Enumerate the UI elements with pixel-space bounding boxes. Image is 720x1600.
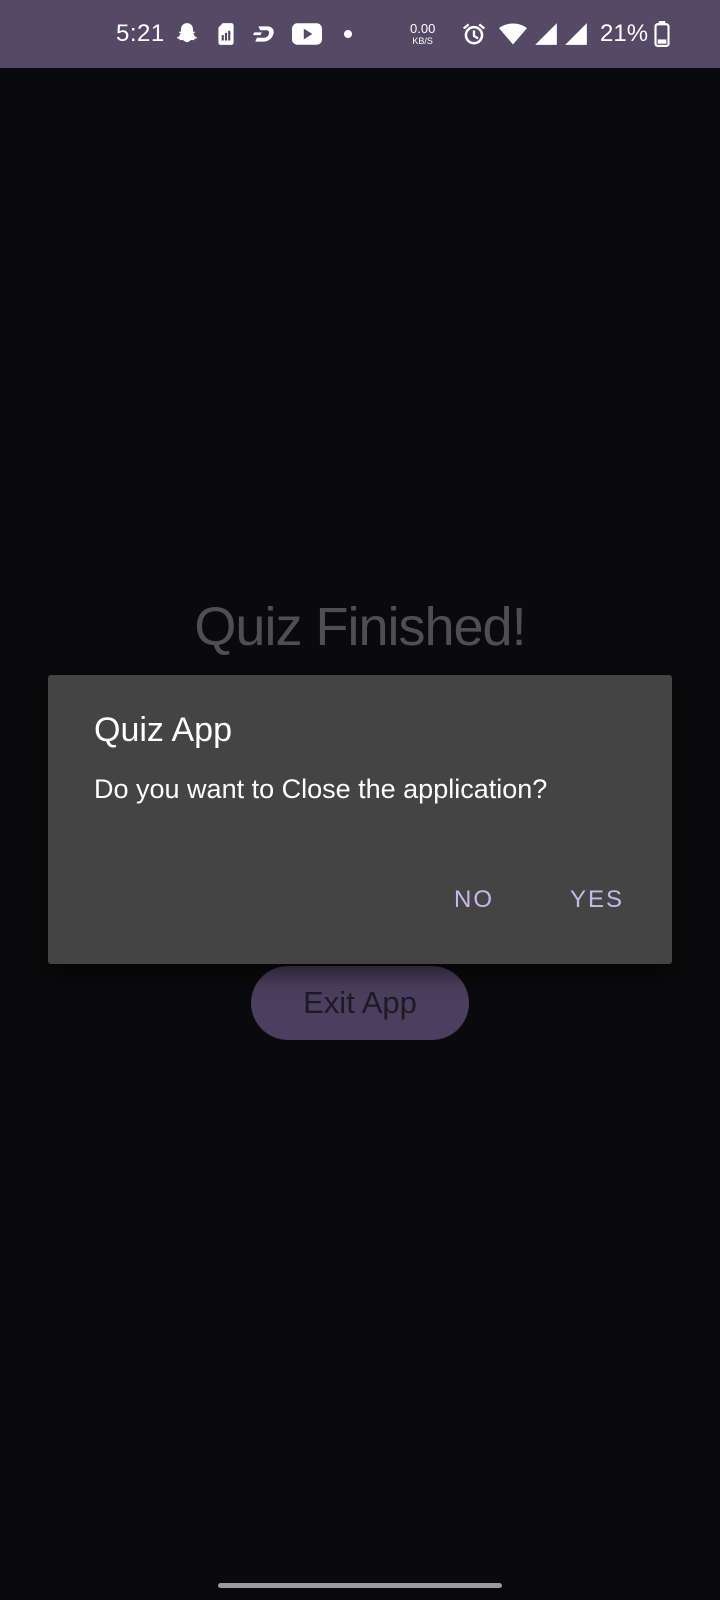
- close-app-dialog: Quiz App Do you want to Close the applic…: [48, 675, 672, 964]
- no-button[interactable]: NO: [442, 875, 506, 925]
- notification-dot-icon: [344, 0, 352, 68]
- dialog-title: Quiz App: [94, 711, 232, 749]
- wifi-icon: [498, 0, 528, 68]
- net-speed-value: 0.00: [410, 21, 436, 36]
- yes-button[interactable]: YES: [558, 875, 636, 925]
- dialog-message: Do you want to Close the application?: [94, 774, 548, 804]
- battery-percent: 21%: [600, 20, 649, 47]
- net-speed-unit: KB/S: [412, 36, 433, 46]
- exit-app-button[interactable]: Exit App: [251, 966, 469, 1040]
- quiz-finished-title: Quiz Finished!: [194, 597, 526, 657]
- dash-app-icon: [252, 0, 278, 68]
- cell-signal-icon: [533, 0, 559, 68]
- screen: 5:21 0.00 KB/S 21% Quiz Finished! Exit A…: [0, 0, 720, 1600]
- status-time: 5:21: [116, 20, 165, 47]
- battery-icon: [654, 0, 670, 68]
- snapchat-icon: [174, 0, 200, 68]
- alarm-icon: [460, 0, 488, 68]
- sim-card-icon: [213, 0, 239, 68]
- cell-signal-icon: [563, 0, 589, 68]
- youtube-icon: [292, 0, 322, 68]
- status-bar: 5:21 0.00 KB/S 21%: [0, 0, 720, 68]
- net-speed: 0.00 KB/S: [410, 0, 435, 68]
- gesture-nav-handle[interactable]: [218, 1583, 502, 1588]
